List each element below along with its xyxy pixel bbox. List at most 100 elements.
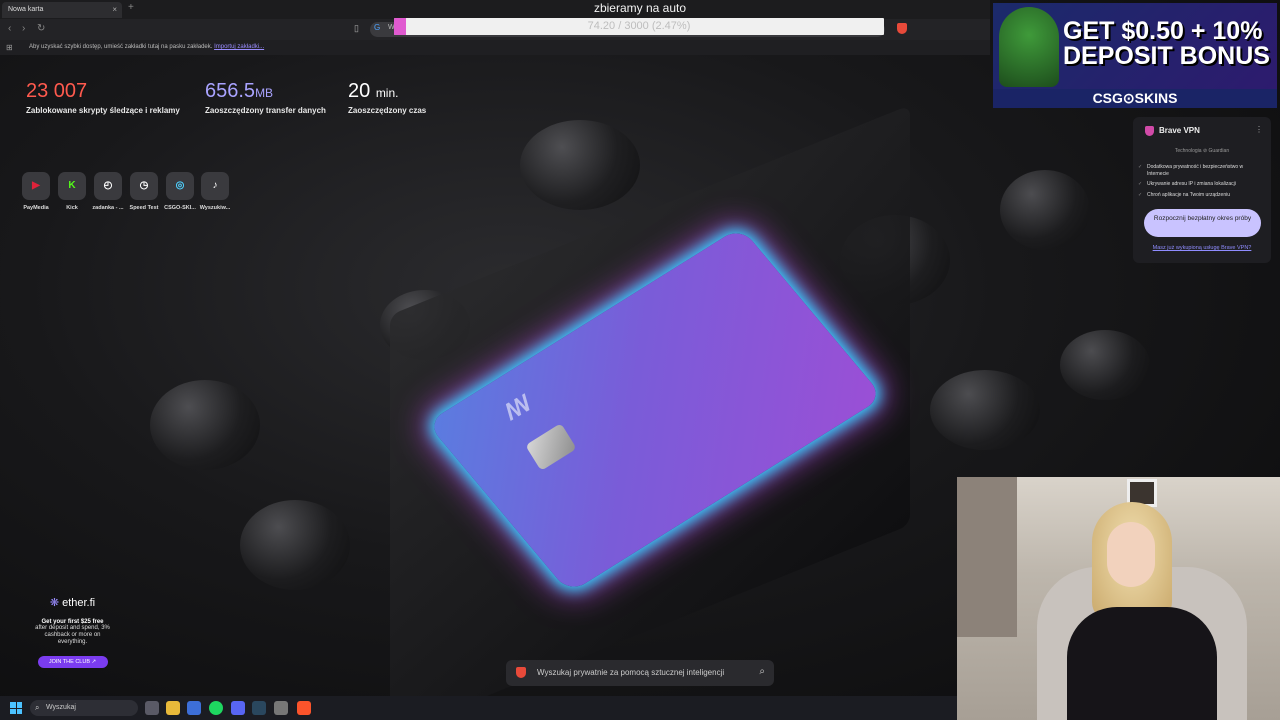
- vpn-already-purchased-link[interactable]: Masz już wykupioną usługę Brave VPN?: [1133, 245, 1271, 251]
- stat-label: Zaoszczędzony transfer danych: [205, 106, 326, 115]
- close-tab-icon[interactable]: ×: [112, 2, 117, 18]
- screen: ꟿ Nowa karta × + ‹ › ↻ ▯ G W zbieramy na…: [0, 0, 1280, 720]
- shortcut-zadanka[interactable]: ◴ zadanka - ...: [88, 172, 128, 211]
- streamer-body: [1067, 607, 1217, 720]
- brave-leo-icon: [516, 667, 526, 678]
- background-gem: [1060, 330, 1150, 400]
- shortcut-label: Wyszukiw...: [199, 205, 231, 211]
- ai-search-placeholder: Wyszukaj prywatnie za pomocą sztucznej i…: [537, 668, 725, 677]
- vpn-shield-icon: [1145, 126, 1154, 136]
- shortcut-glyph: ◴: [103, 180, 113, 191]
- etherfi-promo: ❋ ether.fi Get your first $25 free after …: [30, 596, 115, 668]
- csgo-skins-ad-banner[interactable]: GET $0.50 + 10% DEPOSIT BONUS CSG⊙SKINS: [993, 3, 1277, 108]
- background-gem: [240, 500, 350, 590]
- stat-value: 656.5MB: [205, 80, 326, 103]
- stat-value: 23 007: [26, 80, 180, 103]
- vpn-title: Brave VPN: [1159, 126, 1200, 135]
- chatgpt-icon: ◴: [94, 172, 122, 200]
- bookmarks-message: Aby uzyskać szybki dostęp, umieść zakład…: [29, 40, 264, 55]
- back-icon[interactable]: ‹: [8, 23, 11, 34]
- stat-number: 23 007: [26, 80, 88, 102]
- ai-search-box[interactable]: Wyszukaj prywatnie za pomocą sztucznej i…: [506, 660, 774, 686]
- join-the-club-button[interactable]: JOIN THE CLUB ↗: [37, 656, 108, 668]
- ad-brand: CSG⊙SKINS: [993, 89, 1277, 108]
- stat-bandwidth-saved: 656.5MB Zaoszczędzony transfer danych: [205, 80, 326, 115]
- apps-icon[interactable]: ⊞: [6, 40, 13, 55]
- search-icon[interactable]: ⌕: [759, 666, 765, 677]
- etherfi-logo: ❋ ether.fi: [30, 596, 115, 609]
- shortcut-label: Kick: [66, 205, 78, 211]
- task-view-icon[interactable]: [145, 701, 159, 715]
- stat-label: Zablokowane skrypty śledzące i reklamy: [26, 106, 180, 115]
- etherfi-subtext: after deposit and spend, 3% cashback or …: [35, 625, 110, 645]
- tab-title: Nowa karta: [8, 6, 44, 13]
- more-options-icon[interactable]: ⋮: [1255, 125, 1263, 134]
- vpn-feature: Dodatkowa prywatność i bezpieczeństwo w …: [1138, 164, 1263, 178]
- stat-number: 20: [348, 80, 371, 102]
- vpn-feature: Ukrywanie adresu IP i zmiana lokalizacji: [1138, 181, 1263, 188]
- shortcut-label: PayMedia: [23, 205, 49, 211]
- new-tab-button[interactable]: +: [128, 2, 134, 13]
- brave-vpn-widget: Brave VPN ⋮ Technologia ⊘ Guardian Dodat…: [1133, 117, 1271, 263]
- webcam-feed: [957, 477, 1280, 720]
- search-icon: ⌕: [35, 703, 40, 712]
- start-trial-button[interactable]: Rozpocznij bezpłatny okres próby: [1144, 209, 1261, 237]
- shortcut-tiktok[interactable]: ♪ Wyszukiw...: [195, 172, 235, 211]
- paymedia-icon: ▶: [22, 172, 50, 200]
- windows-taskbar: ⌕ Wyszukaj: [0, 696, 957, 720]
- taskbar-search[interactable]: ⌕ Wyszukaj: [30, 700, 138, 716]
- shortcut-glyph: ◎: [175, 180, 185, 191]
- shortcut-csgo-skins[interactable]: ◎ CSGO-SKI...: [160, 172, 200, 211]
- background-gem: [520, 120, 640, 210]
- speedometer-icon: ◷: [130, 172, 158, 200]
- stat-unit: MB: [255, 86, 274, 100]
- windows-start-icon[interactable]: [10, 702, 22, 714]
- tab-new-tab[interactable]: Nowa karta ×: [2, 2, 122, 18]
- shortcut-glyph: ▶: [32, 180, 40, 191]
- ad-mascot-image: [999, 7, 1059, 87]
- stat-number: 656.5: [205, 80, 256, 102]
- background-gem: [1000, 170, 1090, 250]
- shortcut-paymedia[interactable]: ▶ PayMedia: [16, 172, 56, 211]
- shortcut-glyph: ♪: [212, 180, 218, 191]
- tab-strip: Nowa karta × +: [0, 0, 990, 19]
- google-icon: G: [374, 23, 381, 32]
- reload-icon[interactable]: ↻: [37, 23, 45, 34]
- tiktok-icon: ♪: [201, 172, 229, 200]
- ad-headline: GET $0.50 + 10% DEPOSIT BONUS: [1063, 17, 1270, 70]
- bookmarks-bar: ⊞ Aby uzyskać szybki dostęp, umieść zakł…: [0, 40, 990, 55]
- stream-title: zbieramy na auto: [593, 1, 687, 15]
- file-explorer-icon[interactable]: [166, 701, 180, 715]
- brave-shields-icon[interactable]: [897, 23, 907, 34]
- forward-icon[interactable]: ›: [22, 23, 25, 34]
- background-gem: [150, 380, 260, 470]
- discord-icon[interactable]: [231, 701, 245, 715]
- vpn-technology: Technologia ⊘ Guardian: [1174, 148, 1230, 154]
- etherfi-logo-text: ether.fi: [62, 597, 96, 609]
- steam-icon[interactable]: [252, 701, 266, 715]
- donation-goal-text: 74.20 / 3000 (2.47%): [587, 20, 691, 32]
- bookmarks-message-text: Aby uzyskać szybki dostęp, umieść zakład…: [29, 44, 213, 50]
- etherfi-logo-icon: ❋: [49, 597, 60, 609]
- store-icon[interactable]: [187, 701, 201, 715]
- stat-label: Zaoszczędzony czas: [348, 106, 427, 115]
- streamer-face: [1107, 522, 1155, 587]
- shortcut-kick[interactable]: K Kick: [52, 172, 92, 211]
- kick-icon: K: [58, 172, 86, 200]
- import-bookmarks-link[interactable]: Importuj zakładki...: [214, 44, 264, 50]
- stat-trackers-blocked: 23 007 Zablokowane skrypty śledzące i re…: [26, 80, 180, 115]
- bookmark-icon[interactable]: ▯: [354, 23, 359, 34]
- shortcut-label: Speed Test: [129, 205, 159, 211]
- csgo-skins-icon: ◎: [166, 172, 194, 200]
- brave-browser-icon[interactable]: [297, 701, 311, 715]
- shortcut-glyph: ◷: [139, 180, 149, 191]
- shortcut-label: zadanka - ...: [92, 205, 124, 211]
- stat-value: 20 min.: [348, 80, 426, 103]
- shortcut-label: CSGO-SKI...: [164, 205, 196, 211]
- vpn-feature: Chroń aplikacje na Twoim urządzeniu: [1138, 192, 1263, 199]
- donation-goal-bar: 74.20 / 3000 (2.47%): [394, 18, 884, 35]
- spotify-icon[interactable]: [209, 701, 223, 715]
- obs-icon[interactable]: [274, 701, 288, 715]
- shortcut-speed-test[interactable]: ◷ Speed Test: [124, 172, 164, 211]
- taskbar-search-label: Wyszukaj: [46, 704, 76, 711]
